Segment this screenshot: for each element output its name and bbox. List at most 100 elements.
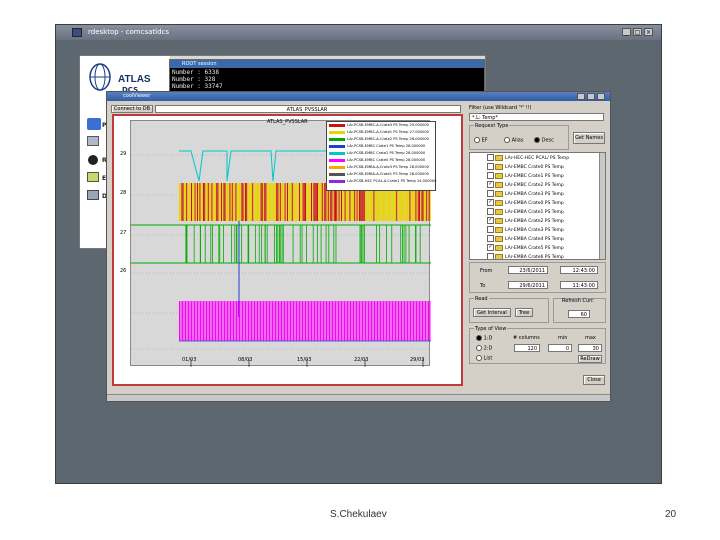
trace-segment — [249, 301, 251, 341]
trace-segment — [392, 301, 393, 341]
checkbox-icon[interactable] — [487, 163, 494, 170]
tree-item[interactable]: LAr-EMBC Crate1 PS Temp — [487, 172, 605, 181]
legend-label: LAr-PCSB-EMBC Crate1 PS Temp 28.000000 — [347, 144, 426, 148]
trace-segment — [302, 183, 304, 221]
checkbox-icon[interactable] — [487, 208, 494, 215]
trace-segment — [223, 183, 225, 221]
trace-segment — [290, 301, 291, 341]
viewer-maximize-button[interactable] — [587, 93, 595, 100]
trace-segment — [377, 301, 378, 341]
tree-item[interactable]: LAr-EMBA Crate3 PS Temp — [487, 226, 605, 235]
to-time-field[interactable]: 11:43:00 — [560, 281, 598, 289]
trace-segment — [324, 301, 326, 341]
db-name-field[interactable]: ATLAS_PVSSLAR — [155, 105, 461, 113]
legend-label: LAr-PCSB-EMBC-A-Crate2 PS Temp 28.000000 — [347, 137, 429, 141]
tree-item-label: LAr-EMBA Crate1 PS Temp — [505, 210, 564, 215]
trace-segment — [254, 301, 255, 341]
legend-swatch — [329, 172, 345, 176]
request-type-alias[interactable]: Alias — [504, 137, 523, 144]
checkbox-checked-icon[interactable]: ✓ — [487, 181, 494, 188]
tree-item[interactable]: LAr-HEC-HEC PCAL/ PS Temp — [487, 154, 605, 163]
legend-swatch — [329, 137, 345, 141]
tree-item[interactable]: ✓ LAr-EMBA Crate5 PS Temp — [487, 244, 605, 253]
tree-item[interactable]: LAr-EMBA Crate1 PS Temp — [487, 208, 605, 217]
horizontal-scrollbar[interactable] — [107, 394, 610, 401]
tree-scrollbar[interactable] — [599, 153, 605, 259]
trace-segment — [192, 301, 194, 341]
trace-segment — [299, 301, 300, 341]
trace-segment — [233, 183, 234, 221]
folder-icon — [495, 244, 503, 251]
from-time-field[interactable]: 12:43:00 — [560, 266, 598, 274]
monitor-icon[interactable] — [87, 136, 99, 146]
x-tick-label: 15/03 — [297, 357, 312, 363]
record-icon[interactable] — [88, 155, 98, 165]
view-type-label: Type of View — [474, 326, 508, 332]
max-field[interactable]: 30 — [578, 344, 602, 352]
columns-label: # columns — [513, 335, 540, 341]
filter-input[interactable]: *.L: Temp* — [469, 113, 604, 121]
request-type-ef[interactable]: EF — [474, 137, 488, 144]
trace-segment — [396, 301, 398, 341]
viewer-minimize-button[interactable] — [577, 93, 585, 100]
tree-item[interactable]: ✓ LAr-EMBC Crate2 PS Temp — [487, 181, 605, 190]
checkbox-checked-icon[interactable]: ✓ — [487, 199, 494, 206]
trace-segment — [182, 183, 184, 221]
redraw-button[interactable]: ReDraw — [578, 355, 602, 363]
from-date-field[interactable]: 23/6/2011 — [508, 266, 548, 274]
trace-segment — [318, 183, 320, 221]
trace-segment — [281, 183, 282, 221]
legend-entry: LAr-PCSB-EMBC Crate0 PS Temp 28.000000 — [327, 157, 435, 164]
checkbox-checked-icon[interactable]: ✓ — [487, 217, 494, 224]
tree-item[interactable]: LAr-EMBA Crate6 PS Temp — [487, 253, 605, 259]
checkbox-icon[interactable] — [487, 226, 494, 233]
minimize-button[interactable]: _ — [622, 28, 631, 36]
checkbox-icon[interactable] — [487, 253, 494, 259]
connect-db-button[interactable]: Connect to DB — [111, 105, 153, 113]
get-interval-button[interactable]: Get Interval — [473, 308, 511, 317]
trace-segment — [237, 183, 239, 221]
tree-item[interactable]: LAr-EMBA Crate4 PS Temp — [487, 235, 605, 244]
trace-segment — [297, 301, 299, 341]
checkbox-icon[interactable] — [487, 172, 494, 179]
tree-button[interactable]: Tree — [515, 308, 533, 317]
legend-label: LAr-PCSB-EMBC Crate0 PS Temp 28.000000 — [347, 158, 426, 162]
trace-segment — [318, 301, 320, 341]
database-icon[interactable] — [87, 190, 99, 200]
chart-icon[interactable] — [87, 172, 99, 182]
min-field[interactable]: 0 — [548, 344, 572, 352]
trace-segment — [239, 183, 240, 221]
checkbox-icon[interactable] — [487, 154, 494, 161]
root-session-window: ROOT session Number : 6338 Number : 328 … — [169, 59, 485, 92]
trace-segment — [247, 183, 249, 221]
view-type-2d[interactable]: 2:D — [476, 345, 492, 352]
tree-item[interactable]: ✓ LAr-EMBA Crate0 PS Temp — [487, 199, 605, 208]
tree-item[interactable]: ✓ LAr-EMBA Crate2 PS Temp — [487, 217, 605, 226]
request-type-desc[interactable]: Desc — [534, 137, 554, 144]
folder-icon — [495, 163, 503, 170]
checkbox-checked-icon[interactable]: ✓ — [487, 244, 494, 251]
legend-entry: LAr-PCSB-EMBA-A-Crate1 PS Temp 28.000000 — [327, 171, 435, 178]
trace-segment — [179, 150, 332, 182]
trace-segment — [186, 301, 188, 341]
columns-field[interactable]: 120 — [514, 344, 540, 352]
tree-item-label: LAr-EMBA Crate2 PS Temp — [505, 219, 564, 224]
close-viewer-button[interactable]: Close — [583, 375, 605, 385]
checkbox-icon[interactable] — [487, 235, 494, 242]
tree-item[interactable]: LAr-EMBA Crate3 PS Temp — [487, 190, 605, 199]
globe-icon[interactable] — [87, 118, 101, 130]
viewer-close-button[interactable] — [597, 93, 605, 100]
checkbox-icon[interactable] — [487, 190, 494, 197]
trace-segment — [235, 183, 237, 221]
request-type-label: Request Type — [474, 123, 510, 129]
maximize-button[interactable]: □ — [633, 28, 642, 36]
refresh-field[interactable]: 60 — [568, 310, 590, 318]
view-type-1d[interactable]: 1:D — [476, 335, 492, 342]
tree-item-label: LAr-EMBA Crate0 PS Temp — [505, 201, 564, 206]
to-date-field[interactable]: 29/6/2011 — [508, 281, 548, 289]
close-button[interactable]: × — [644, 28, 653, 36]
trace-segment — [267, 183, 269, 221]
get-names-button[interactable]: Get Names — [573, 132, 605, 144]
tree-item[interactable]: LAr-EMBC Crate0 PS Temp — [487, 163, 605, 172]
view-type-list[interactable]: List — [476, 355, 492, 362]
